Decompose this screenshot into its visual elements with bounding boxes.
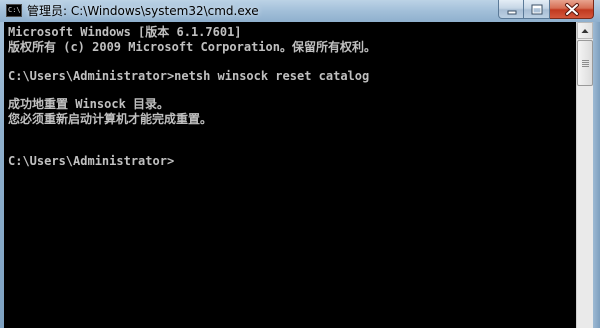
grip-line xyxy=(582,64,589,65)
vertical-scrollbar[interactable] xyxy=(576,22,593,328)
scroll-up-arrow-icon xyxy=(581,29,589,33)
console-line: 版权所有 (c) 2009 Microsoft Corporation。保留所有… xyxy=(8,40,376,54)
cmd-window: C:\ 管理员: C:\Windows\system32\cmd.exe Mic… xyxy=(0,0,600,328)
grip-line xyxy=(582,60,589,61)
grip-line xyxy=(582,66,589,67)
scroll-up-button[interactable] xyxy=(577,22,593,39)
close-button[interactable] xyxy=(550,0,594,19)
console-output[interactable]: Microsoft Windows [版本 6.1.7601] 版权所有 (c)… xyxy=(4,22,576,328)
maximize-icon xyxy=(531,4,543,15)
console-line: 成功地重置 Winsock 目录。 xyxy=(8,97,170,111)
console-line: C:\Users\Administrator>netsh winsock res… xyxy=(8,69,370,83)
console-line: 您必须重新启动计算机才能完成重置。 xyxy=(8,112,213,126)
window-controls xyxy=(498,0,594,19)
scroll-thumb[interactable] xyxy=(577,40,593,86)
minimize-icon xyxy=(507,10,517,15)
title-bar[interactable]: C:\ 管理员: C:\Windows\system32\cmd.exe xyxy=(0,0,600,22)
maximize-button[interactable] xyxy=(524,0,550,19)
console-line: Microsoft Windows [版本 6.1.7601] xyxy=(8,25,242,39)
close-icon xyxy=(565,3,579,16)
window-frame-right xyxy=(593,22,600,328)
minimize-button[interactable] xyxy=(498,0,524,19)
window-title: 管理员: C:\Windows\system32\cmd.exe xyxy=(27,4,259,18)
console-prompt: C:\Users\Administrator> xyxy=(8,154,175,168)
grip-line xyxy=(582,62,589,63)
cmd-icon[interactable]: C:\ xyxy=(6,4,22,17)
